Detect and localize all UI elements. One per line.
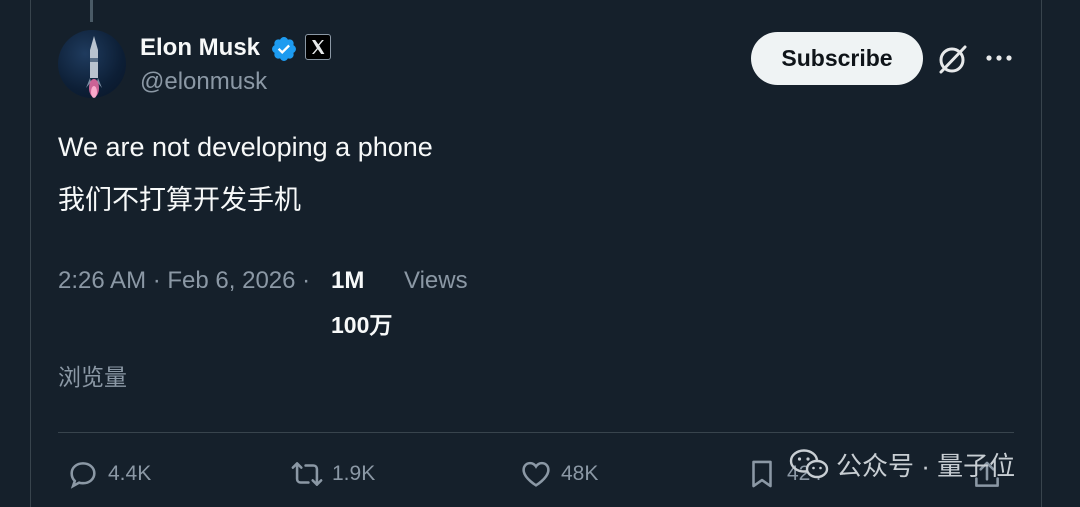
views-label-chinese: 浏览量 [58,364,127,390]
avatar[interactable] [58,30,126,98]
grok-icon[interactable] [936,42,970,76]
watermark-text: 公众号 · 量子位 [836,450,1016,481]
repost-button[interactable]: 1.9K [290,456,375,492]
repost-count: 1.9K [332,462,376,485]
author-name[interactable]: Elon Musk [140,34,260,62]
verified-badge-icon[interactable] [270,35,298,63]
repost-icon [291,462,323,486]
tweet-page: Elon Musk @elonmusk Subscribe We are not… [0,0,1080,507]
reply-button[interactable]: 4.4K [66,456,151,492]
views-count-chinese: 100万 [331,312,393,338]
reply-count: 4.4K [108,462,152,485]
reply-icon [70,462,96,489]
views-count: 1M [331,267,365,294]
author-handle[interactable]: @elonmusk [140,68,267,96]
column-border-right [1041,0,1042,507]
views-label: Views [404,267,468,294]
action-bar-divider [58,432,1014,433]
heart-icon [522,461,550,487]
thread-connector-line [90,0,93,22]
like-count: 48K [561,462,599,485]
rocket-avatar-icon [86,36,102,98]
x-logo-icon[interactable] [305,34,331,60]
column-border-left [30,0,31,507]
bookmark-icon [752,460,772,488]
tweet-text-english: We are not developing a phone [58,132,433,162]
like-button[interactable]: 48K [519,456,598,492]
more-icon[interactable] [985,48,1013,68]
subscribe-button[interactable]: Subscribe [751,32,923,85]
tweet-text-chinese: 我们不打算开发手机 [58,185,301,215]
wechat-icon [789,449,829,479]
wechat-watermark: 公众号 · 量子位 [788,444,1015,484]
tweet-timestamp[interactable]: 2:26 AM · Feb 6, 2026 · [58,266,310,296]
